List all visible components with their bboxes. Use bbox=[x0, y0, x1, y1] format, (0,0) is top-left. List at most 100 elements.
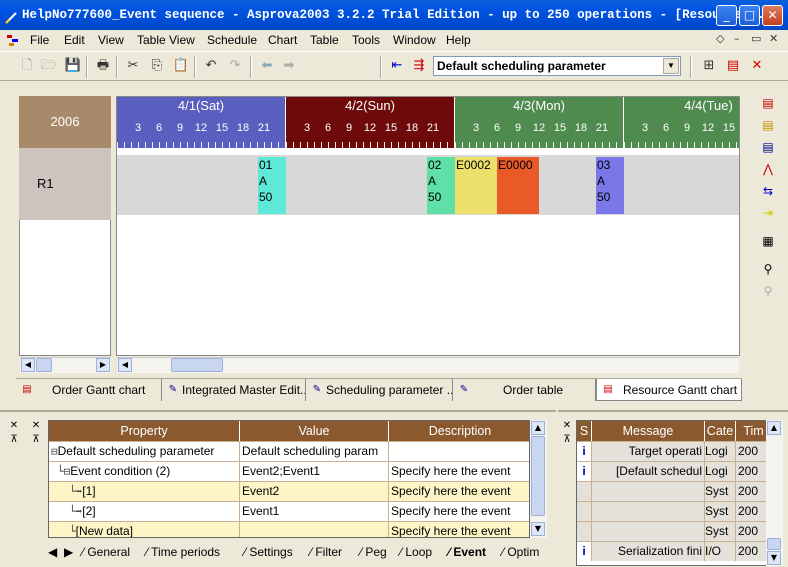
scroll-right-icon[interactable]: ▶ bbox=[96, 358, 110, 372]
value-cell[interactable]: Event1 bbox=[240, 502, 389, 521]
scroll-thumb[interactable] bbox=[171, 358, 223, 372]
tab-general[interactable]: ⁄ General bbox=[82, 543, 130, 561]
operation-bar[interactable]: 03 A 50 bbox=[596, 157, 624, 214]
scroll-down-icon[interactable]: ▼ bbox=[531, 522, 545, 536]
operation-bar[interactable]: 01 A 50 bbox=[258, 157, 286, 214]
load-graph-icon[interactable]: ⋀ bbox=[758, 160, 778, 178]
scroll-thumb[interactable] bbox=[36, 358, 52, 372]
order-gantt-icon[interactable]: ▤ bbox=[758, 94, 778, 112]
tab-order-gantt-chart[interactable]: ▤ Order Gantt chart bbox=[16, 379, 162, 401]
mdi-restore-icon[interactable]: ▭ bbox=[751, 32, 761, 45]
collapse-icon[interactable]: ⊟ bbox=[51, 445, 58, 458]
table-row[interactable]: Syst 200 bbox=[577, 481, 769, 501]
menu-chart[interactable]: Chart bbox=[268, 32, 297, 48]
tab-peg[interactable]: ⁄ Peg bbox=[360, 543, 387, 561]
param-edit-icon[interactable]: ⇶ bbox=[410, 57, 428, 75]
mdi-options-icon[interactable]: ◇ bbox=[716, 32, 724, 45]
tab-scheduling-parameter[interactable]: ✎ Scheduling parameter ... bbox=[306, 379, 453, 401]
resource-row-label[interactable]: R1 bbox=[19, 148, 111, 220]
tab-resource-gantt-chart[interactable]: ▤ Resource Gantt chart bbox=[596, 379, 742, 401]
tab-event[interactable]: ⁄ Event bbox=[448, 543, 486, 561]
tab-filter[interactable]: ⁄ Filter bbox=[310, 543, 342, 561]
column-header-status[interactable]: S bbox=[577, 421, 592, 441]
param-left-icon[interactable]: ⇤ bbox=[388, 57, 406, 75]
tab-time-periods[interactable]: ⁄ Time periods bbox=[146, 543, 220, 561]
table-row[interactable]: Syst 200 bbox=[577, 521, 769, 541]
value-cell[interactable]: Default scheduling param bbox=[240, 442, 389, 461]
column-header-description[interactable]: Description bbox=[389, 421, 529, 441]
resource-gantt-icon[interactable]: ▤ bbox=[758, 116, 778, 134]
mdi-close-icon[interactable]: ✕ bbox=[769, 32, 778, 45]
zoom-in-icon[interactable]: ⚲ bbox=[758, 260, 778, 278]
tab-integrated-master-editor[interactable]: ✎ Integrated Master Edit... bbox=[162, 379, 306, 401]
value-cell[interactable]: Event2 bbox=[240, 482, 389, 501]
scheduling-parameter-select[interactable]: Default scheduling parameter ▼ bbox=[433, 56, 681, 76]
close-icon[interactable]: ✕ bbox=[561, 420, 573, 432]
tab-scroll-left-icon[interactable]: ◀ bbox=[48, 543, 57, 561]
tab-loop[interactable]: ⁄ Loop bbox=[400, 543, 432, 561]
minimize-icon[interactable]: _ bbox=[716, 5, 737, 26]
event-bar[interactable]: E0002 bbox=[455, 157, 497, 214]
scroll-left-icon[interactable]: ◀ bbox=[21, 358, 35, 372]
table-icon[interactable]: ▦ bbox=[758, 232, 778, 250]
pin-icon[interactable]: ⊼ bbox=[8, 434, 20, 446]
close-icon[interactable]: ✕ bbox=[30, 420, 42, 432]
property-vertical-scrollbar[interactable]: ▲ ▼ bbox=[530, 420, 547, 538]
menu-window[interactable]: Window bbox=[393, 32, 436, 48]
event-bar[interactable]: E0000 bbox=[497, 157, 539, 214]
undo-icon[interactable]: ↶ bbox=[202, 57, 220, 75]
table-row[interactable]: i [Default schedul Logi 200 bbox=[577, 461, 769, 481]
table-row[interactable]: Syst 200 bbox=[577, 501, 769, 521]
value-cell[interactable] bbox=[240, 522, 389, 537]
maximize-icon[interactable]: □ bbox=[739, 5, 760, 26]
menu-file[interactable]: File bbox=[30, 32, 49, 48]
table-row[interactable]: └➡[2] Event1 Specify here the event bbox=[49, 501, 529, 521]
menu-table-view[interactable]: Table View bbox=[137, 32, 195, 48]
left-horizontal-scrollbar[interactable]: ◀ ▶ bbox=[20, 357, 111, 373]
menu-view[interactable]: View bbox=[98, 32, 124, 48]
scroll-up-icon[interactable]: ▲ bbox=[767, 421, 781, 435]
tab-scroll-right-icon[interactable]: ▶ bbox=[64, 543, 73, 561]
close-icon[interactable]: ✕ bbox=[8, 420, 20, 432]
column-header-property[interactable]: Property bbox=[49, 421, 240, 441]
redo-icon[interactable]: ↷ bbox=[226, 57, 244, 75]
tab-optim[interactable]: ⁄ Optim bbox=[502, 543, 539, 561]
tab-settings[interactable]: ⁄ Settings bbox=[244, 543, 293, 561]
column-header-value[interactable]: Value bbox=[240, 421, 389, 441]
tree-icon[interactable]: ⊞ bbox=[700, 57, 718, 75]
print-icon[interactable]: 🖶 bbox=[94, 57, 112, 75]
collapse-icon[interactable]: └⊟ bbox=[57, 465, 70, 478]
link-icon[interactable]: ⇆ bbox=[758, 182, 778, 200]
tab-order-table[interactable]: ✎ Order table bbox=[453, 379, 596, 401]
new-icon[interactable]: 🗋 bbox=[18, 57, 36, 75]
forward-arrow-icon[interactable]: ➡ bbox=[280, 57, 298, 75]
menu-table[interactable]: Table bbox=[310, 32, 339, 48]
message-vertical-scrollbar[interactable]: ▲ ▼ bbox=[766, 420, 783, 566]
paste-icon[interactable]: 📋 bbox=[172, 57, 190, 75]
open-icon[interactable]: 🗁 bbox=[40, 57, 58, 75]
column-header-message[interactable]: Message bbox=[592, 421, 705, 441]
gantt-horizontal-scrollbar[interactable]: ◀ bbox=[117, 357, 739, 373]
close-icon[interactable]: ✕ bbox=[762, 5, 783, 26]
copy-icon[interactable]: ⎘ bbox=[148, 57, 166, 75]
back-arrow-icon[interactable]: ⬅ bbox=[258, 57, 276, 75]
scroll-left-icon[interactable]: ◀ bbox=[118, 358, 132, 372]
menu-schedule[interactable]: Schedule bbox=[207, 32, 257, 48]
column-header-time[interactable]: Tim bbox=[736, 421, 769, 441]
scroll-thumb[interactable] bbox=[767, 538, 781, 550]
scroll-thumb[interactable] bbox=[531, 436, 545, 516]
table-row[interactable]: i Target operati Logi 200 bbox=[577, 441, 769, 461]
table-row[interactable]: └➡[1] Event2 Specify here the event bbox=[49, 481, 529, 501]
scroll-up-icon[interactable]: ▲ bbox=[531, 421, 545, 435]
table-row[interactable]: └⊟Event condition (2) Event2;Event1 Spec… bbox=[49, 461, 529, 481]
column-header-category[interactable]: Cate bbox=[705, 421, 736, 441]
pin-icon[interactable]: ⊼ bbox=[561, 434, 573, 446]
align-icon[interactable]: ⇥ bbox=[758, 204, 778, 222]
table-row[interactable]: └[New data] Specify here the event bbox=[49, 521, 529, 537]
priority-icon[interactable]: ▤ bbox=[724, 57, 742, 75]
chart-icon[interactable]: ▤ bbox=[758, 138, 778, 156]
menu-edit[interactable]: Edit bbox=[64, 32, 85, 48]
operation-bar[interactable]: 02 A 50 bbox=[427, 157, 455, 214]
scroll-down-icon[interactable]: ▼ bbox=[767, 551, 781, 565]
delete-icon[interactable]: ✕ bbox=[748, 57, 766, 75]
